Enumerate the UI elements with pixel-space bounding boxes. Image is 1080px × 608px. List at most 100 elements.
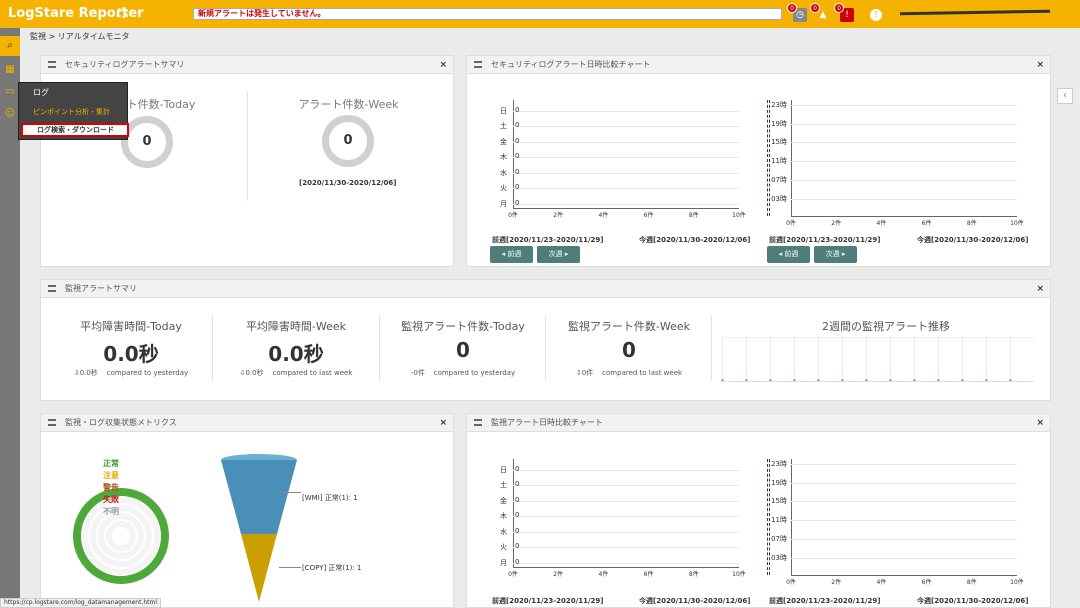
gridline [791,179,1017,181]
trend-gridline [722,338,723,382]
this-week-label: 今週[2020/11/30-2020/12/06] [917,236,1029,244]
divider [711,315,712,381]
close-icon[interactable]: × [439,414,447,432]
trend-title: 2週間の監視アラート推移 [822,320,950,333]
y-tick-label: 15時 [771,138,787,147]
data-label: 0 [515,183,520,192]
y-tick-label: 23時 [771,460,787,468]
data-label: 0 [515,465,520,473]
next-week-button[interactable]: 次週 ▸ [814,246,857,263]
x-tick-label: 8件 [966,579,977,586]
next-week-button[interactable]: 次週 ▸ [537,246,580,263]
gridline [791,142,1017,144]
trend-sparkline [721,337,1034,382]
search-icon[interactable]: ⌕ [0,36,20,56]
y-tick-label: 07時 [771,175,787,184]
spinner-icon [117,7,128,18]
y-axis [513,100,514,208]
users-icon[interactable]: ☺ [0,104,20,124]
divider [545,315,546,381]
data-label: 0 [515,152,520,161]
y-tick-label: 15時 [771,497,787,506]
stat-title: 平均障害時間-Today [80,320,182,333]
x-tick-label: 10件 [1010,579,1024,586]
prev-week-label: 前週[2020/11/23-2020/11/29] [769,236,881,244]
legend-item: 不明 [103,507,119,516]
y-axis [513,459,514,567]
data-label: 0 [515,511,520,520]
data-label: 0 [515,167,520,176]
x-tick-label: 4件 [598,212,609,219]
prev-week-button[interactable]: ◂ 前週 [490,246,533,263]
data-label: 0 [515,526,520,535]
y-tick-label: 11時 [771,516,787,525]
compare-text: compared to yesterday [106,369,189,377]
sidebar: ⌕ ▦ ▭ ☺ [0,28,20,608]
chart-icon[interactable]: ▦ [0,60,20,80]
x-tick-label: 6件 [921,220,932,227]
x-tick-label: 8件 [688,212,699,219]
stat-title: 監視アラート件数-Week [567,320,691,333]
menu-icon[interactable] [48,61,56,68]
trend-gridline [842,338,843,382]
collapse-right-icon[interactable]: ‹ [1057,88,1073,104]
x-tick-label: 4件 [876,220,887,227]
y-tick-label: 火 [500,543,507,552]
x-tick-label: 2件 [831,579,842,586]
trend-gridline [746,338,747,382]
gridline [791,501,1017,503]
ring-unknown [106,521,136,551]
menu-icon[interactable] [48,419,56,426]
stat-value: 0.0秒 [268,342,324,366]
warning-badge: 0 [810,3,820,13]
gridline [513,141,739,143]
panel-title: 監視アラート日時比較チャート [491,418,603,427]
menu-icon[interactable] [474,419,482,426]
button-label: 次週 [548,250,563,258]
status-legend: 正常 注意 警告 失敗 不明 [103,458,119,518]
stat-value: 0 [622,338,636,362]
menu-item-pinpoint[interactable]: ピンポイント分析・集計 [33,107,110,117]
user-account-redacted[interactable] [899,9,1051,18]
week-ring: 0 [322,115,374,167]
gridline [513,157,739,159]
status-radial-chart [73,488,169,584]
data-label: 0 [515,106,520,114]
gridline [791,161,1017,163]
y-tick-label: 日 [500,107,507,115]
stat-title: 監視アラート件数-Today [401,320,525,333]
clock-badge: 0 [787,3,797,13]
divider [212,315,213,381]
y-tick-label: 水 [500,168,507,177]
menu-item-log-search[interactable]: ログ検索・ダウンロード [21,123,129,137]
panel-header: 監視アラートサマリ × [41,280,1050,298]
hour-chart: 23時 19時 15時 11時 07時 03時 0件 2件 4件 6件 8件 10件 [767,459,1024,586]
trend-gridline [794,338,795,382]
close-icon[interactable]: × [1036,280,1044,298]
divider [247,91,248,201]
y-tick-label: 03時 [771,553,787,562]
log-dropdown-menu: ログ ピンポイント分析・集計 ログ検索・ダウンロード [18,82,129,140]
y-tick-label: 木 [500,512,507,521]
y-tick-label: 金 [500,137,507,146]
log-icon[interactable]: ▭ [0,82,20,102]
menu-icon[interactable] [474,61,482,68]
compare-text: compared to last week [272,369,353,377]
security-chart-panel: セキュリティログアラート日時比較チャート × 日 0 土 0 金 0 木 0 水 0 火 0 月 0 0件 2件… [466,55,1051,267]
monitor-summary-panel: 監視アラートサマリ × 平均障害時間-Today 0.0秒 ⇩0.0秒 compa… [40,279,1051,401]
close-icon[interactable]: × [439,56,447,74]
close-icon[interactable]: × [1036,414,1044,432]
menu-icon[interactable] [48,285,56,292]
day-chart: 日 0 土 0 金 0 木 0 水 0 火 0 月 0 0件 2件 4件 6件 8件 10件 [493,459,746,579]
prev-week-button[interactable]: ◂ 前週 [767,246,810,263]
x-axis [791,216,1017,217]
panel-title: 監視・ログ収集状態メトリクス [65,418,177,427]
gridline [791,520,1017,522]
gridline [513,126,739,128]
x-tick-label: 4件 [598,571,609,578]
gridline [791,557,1017,559]
close-icon[interactable]: × [1036,56,1044,74]
stat-value: 0 [456,338,470,362]
info-icon[interactable]: ! [870,9,882,21]
dropdown-header[interactable]: ログ [19,83,129,103]
